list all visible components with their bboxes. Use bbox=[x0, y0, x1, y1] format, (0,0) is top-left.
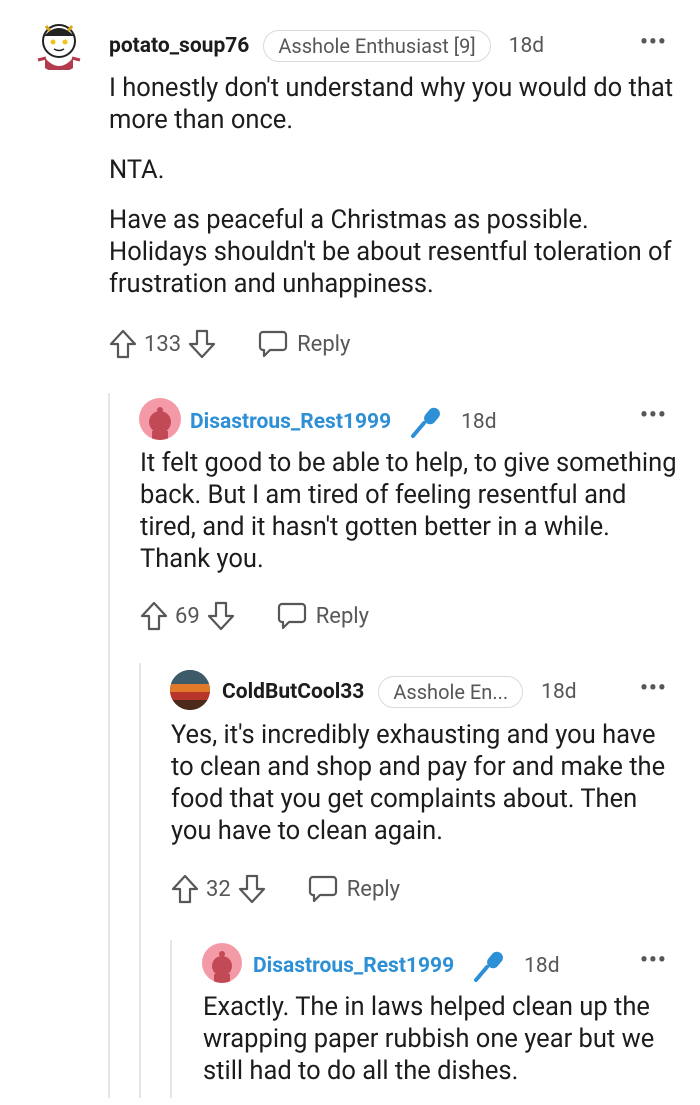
comment-actions: 69 Reply bbox=[139, 600, 369, 632]
op-microphone-icon bbox=[409, 405, 443, 439]
upvote-icon[interactable] bbox=[108, 328, 138, 360]
username[interactable]: Disastrous_Rest1999 bbox=[190, 410, 391, 434]
chat-bubble-icon bbox=[307, 874, 339, 904]
comment-paragraph: It felt good to be able to help, to give… bbox=[140, 448, 677, 574]
username[interactable]: Disastrous_Rest1999 bbox=[253, 954, 454, 978]
more-options-icon[interactable]: ••• bbox=[640, 403, 667, 428]
comment-paragraph: Yes, it's incredibly exhausting and you … bbox=[171, 720, 666, 846]
comment-actions: 133 Reply bbox=[108, 328, 350, 360]
upvote-icon[interactable] bbox=[170, 873, 200, 905]
downvote-icon[interactable] bbox=[187, 328, 217, 360]
thread-line bbox=[108, 393, 110, 1098]
comment-paragraph: NTA. bbox=[109, 155, 165, 185]
comment-body: I honestly don't understand why you woul… bbox=[109, 72, 679, 318]
timestamp: 18d bbox=[541, 680, 577, 704]
more-options-icon[interactable]: ••• bbox=[640, 676, 667, 701]
user-flair: Asshole Enthusiast [9] bbox=[263, 30, 491, 62]
downvote-icon[interactable] bbox=[237, 873, 267, 905]
thread-line bbox=[139, 663, 141, 1098]
op-microphone-icon bbox=[472, 949, 506, 983]
chat-bubble-icon bbox=[257, 329, 289, 359]
reply-label: Reply bbox=[346, 876, 401, 902]
vote-count: 69 bbox=[175, 603, 200, 629]
comment-paragraph: Exactly. The in laws helped clean up the… bbox=[203, 992, 655, 1086]
comment-body: Exactly. The in laws helped clean up the… bbox=[203, 991, 673, 1105]
user-flair: Asshole En... bbox=[378, 676, 524, 708]
vote-count: 32 bbox=[206, 876, 231, 902]
timestamp: 18d bbox=[524, 954, 560, 978]
user-avatar[interactable] bbox=[32, 18, 86, 72]
username[interactable]: potato_soup76 bbox=[109, 34, 249, 58]
timestamp: 18d bbox=[461, 410, 497, 434]
user-avatar[interactable] bbox=[170, 670, 210, 710]
comment-body: Yes, it's incredibly exhausting and you … bbox=[171, 719, 676, 865]
reply-button[interactable]: Reply bbox=[276, 601, 369, 631]
reply-label: Reply bbox=[315, 603, 370, 629]
downvote-icon[interactable] bbox=[206, 600, 236, 632]
vote-count: 133 bbox=[144, 331, 182, 357]
username[interactable]: ColdButCool33 bbox=[222, 680, 364, 704]
comment-actions: 32 Reply bbox=[170, 873, 400, 905]
comment-paragraph: Have as peaceful a Christmas as possible… bbox=[109, 205, 672, 299]
comment-body: It felt good to be able to help, to give… bbox=[140, 447, 680, 593]
timestamp: 18d bbox=[508, 34, 545, 58]
comment-paragraph: I honestly don't understand why you woul… bbox=[109, 73, 674, 135]
more-options-icon[interactable]: ••• bbox=[640, 30, 667, 55]
user-avatar[interactable] bbox=[202, 943, 242, 983]
upvote-icon[interactable] bbox=[139, 600, 169, 632]
thread-line bbox=[170, 940, 172, 1098]
user-avatar[interactable] bbox=[139, 398, 181, 440]
reply-label: Reply bbox=[297, 331, 351, 357]
more-options-icon[interactable]: ••• bbox=[640, 948, 667, 973]
chat-bubble-icon bbox=[276, 601, 308, 631]
reply-button[interactable]: Reply bbox=[257, 329, 350, 359]
reply-button[interactable]: Reply bbox=[307, 874, 400, 904]
